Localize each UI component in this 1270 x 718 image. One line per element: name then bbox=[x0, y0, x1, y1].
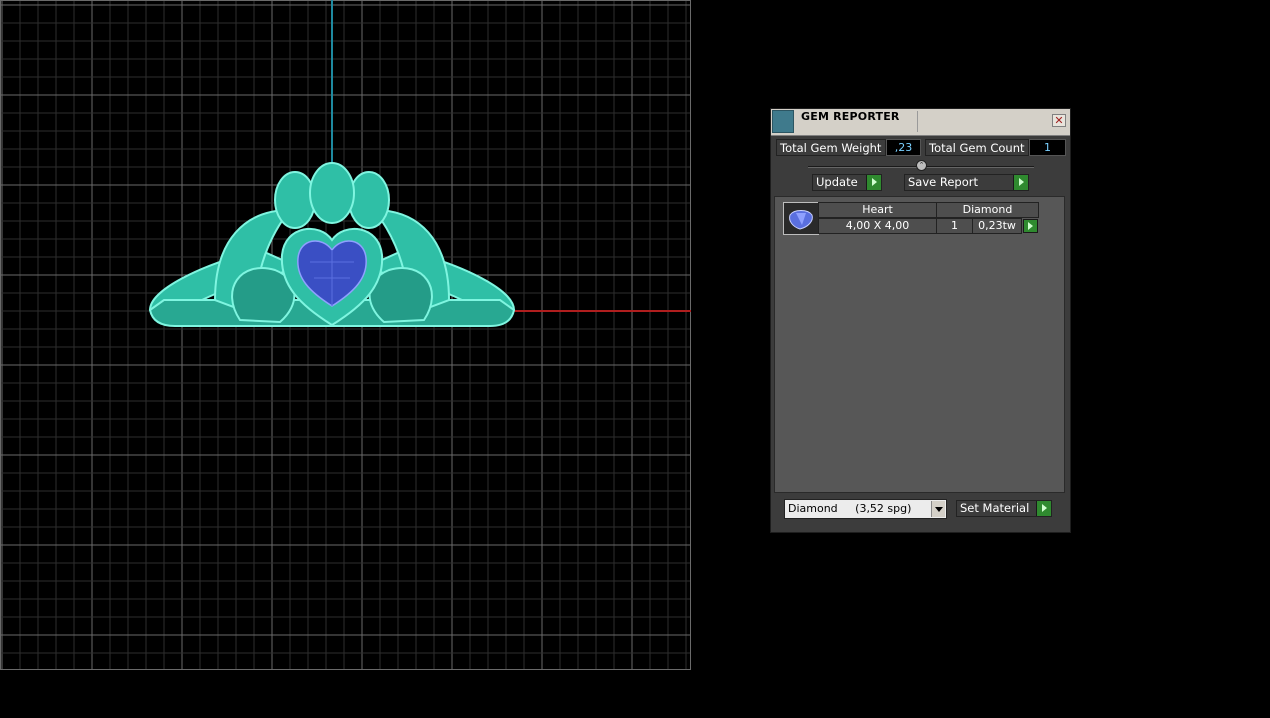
play-arrow-icon bbox=[866, 175, 881, 190]
update-button-label: Update bbox=[816, 175, 858, 189]
close-button[interactable]: ✕ bbox=[1052, 114, 1066, 127]
set-material-button-label: Set Material bbox=[960, 501, 1030, 515]
play-arrow-icon bbox=[1036, 501, 1051, 516]
total-gem-weight-label: Total Gem Weight bbox=[776, 139, 886, 156]
viewport[interactable] bbox=[0, 0, 691, 670]
set-material-button[interactable]: Set Material bbox=[956, 500, 1052, 517]
gem-report-list: Heart Diamond 4,00 X 4,00 1 0,23tw bbox=[774, 196, 1065, 493]
gem-material-cell: Diamond bbox=[936, 202, 1039, 218]
gem-count-cell: 1 bbox=[936, 218, 973, 234]
gem-reporter-icon bbox=[772, 110, 794, 133]
material-select[interactable]: Diamond (3,52 spg) bbox=[784, 499, 947, 519]
heart-gem-icon bbox=[783, 202, 819, 235]
total-gem-count-label: Total Gem Count bbox=[925, 139, 1029, 156]
panel-titlebar[interactable]: GEM REPORTER ✕ bbox=[771, 109, 1070, 136]
gem-weight-cell: 0,23tw bbox=[972, 218, 1022, 234]
chevron-down-icon bbox=[931, 501, 945, 517]
gem-row-arrow-icon[interactable] bbox=[1023, 219, 1038, 233]
titlebar-divider bbox=[917, 111, 918, 132]
total-gem-count-value: 1 bbox=[1029, 139, 1066, 156]
play-arrow-icon bbox=[1013, 175, 1028, 190]
save-report-button[interactable]: Save Report bbox=[904, 174, 1029, 191]
gem-shape-cell: Heart bbox=[818, 202, 937, 218]
viewport-grid bbox=[0, 0, 691, 670]
viewport-canvas bbox=[0, 0, 691, 670]
total-gem-weight-value: ,23 bbox=[886, 139, 921, 156]
panel-slider-knob[interactable]: ⌃ bbox=[916, 160, 927, 171]
viewport-border bbox=[0, 0, 691, 670]
update-button[interactable]: Update bbox=[812, 174, 882, 191]
save-report-button-label: Save Report bbox=[908, 175, 979, 189]
gem-size-cell: 4,00 X 4,00 bbox=[818, 218, 937, 234]
panel-title: GEM REPORTER bbox=[801, 110, 900, 123]
gem-reporter-panel: GEM REPORTER ✕ Total Gem Weight ,23 Tota… bbox=[770, 108, 1071, 533]
material-select-value: Diamond (3,52 spg) bbox=[788, 502, 912, 515]
